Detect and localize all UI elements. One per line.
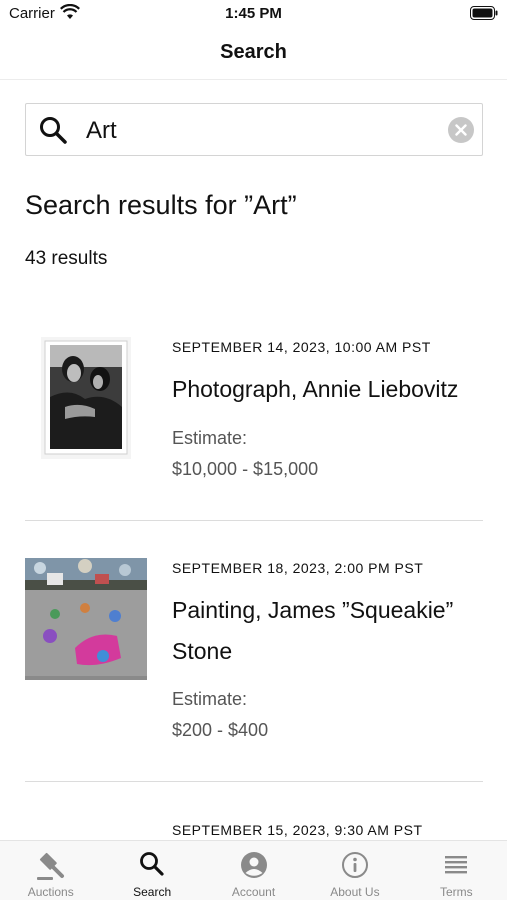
search-query-text[interactable]: Art: [86, 117, 117, 145]
tab-label: About Us: [330, 885, 380, 899]
estimate-label: Estimate:: [172, 428, 248, 448]
gavel-icon: [36, 852, 64, 880]
page-title: Search: [220, 41, 287, 63]
painting-thumbnail: [25, 558, 147, 680]
results-count: 43 results: [25, 248, 108, 269]
results-heading: Search results for ”Art”: [25, 190, 297, 220]
estimate-label: Estimate:: [172, 689, 248, 709]
tab-auctions[interactable]: Auctions: [0, 841, 101, 900]
tab-search[interactable]: Search: [101, 841, 202, 900]
search-input[interactable]: Art: [25, 103, 483, 156]
auction-date: SEPTEMBER 15, 2023, 9:30 AM PST: [172, 822, 423, 838]
tab-label: Terms: [439, 885, 473, 899]
search-icon: [40, 117, 67, 144]
tab-label: Search: [133, 885, 172, 899]
lot-title[interactable]: Painting, James ”Squeakie” Stone: [172, 590, 477, 672]
auction-date: SEPTEMBER 14, 2023, 10:00 AM PST: [172, 339, 431, 355]
tab-terms[interactable]: Terms: [406, 841, 507, 900]
status-time: 1:45 PM: [225, 5, 282, 22]
divider: [25, 781, 483, 782]
estimate-value: $10,000 - $15,000: [172, 459, 319, 479]
result-item-painting[interactable]: SEPTEMBER 18, 2023, 2:00 PM PST Painting…: [25, 558, 483, 748]
navigation-bar: Search: [0, 28, 507, 80]
tab-label: Auctions: [27, 885, 74, 899]
battery-icon: [470, 6, 498, 20]
divider: [25, 520, 483, 521]
tab-bar: Auctions Search Account About Us Terms: [0, 840, 507, 900]
tab-account[interactable]: Account: [203, 841, 304, 900]
photograph-thumbnail: [41, 337, 131, 459]
info-icon: [341, 852, 368, 878]
list-icon: [445, 856, 468, 874]
status-bar: Carrier 1:45 PM: [0, 0, 507, 28]
tab-label: Account: [231, 885, 276, 899]
search-icon: [140, 852, 164, 876]
result-item-partial[interactable]: SEPTEMBER 15, 2023, 9:30 AM PST: [25, 820, 483, 840]
close-icon: [455, 124, 467, 136]
lot-title[interactable]: Photograph, Annie Liebovitz: [172, 369, 477, 410]
result-item-photograph[interactable]: SEPTEMBER 14, 2023, 10:00 AM PST Photogr…: [25, 337, 483, 487]
account-icon: [240, 852, 267, 878]
estimate-value: $200 - $400: [172, 720, 269, 740]
tab-about-us[interactable]: About Us: [304, 841, 405, 900]
clear-search-button[interactable]: [448, 117, 474, 143]
auction-date: SEPTEMBER 18, 2023, 2:00 PM PST: [172, 560, 424, 576]
